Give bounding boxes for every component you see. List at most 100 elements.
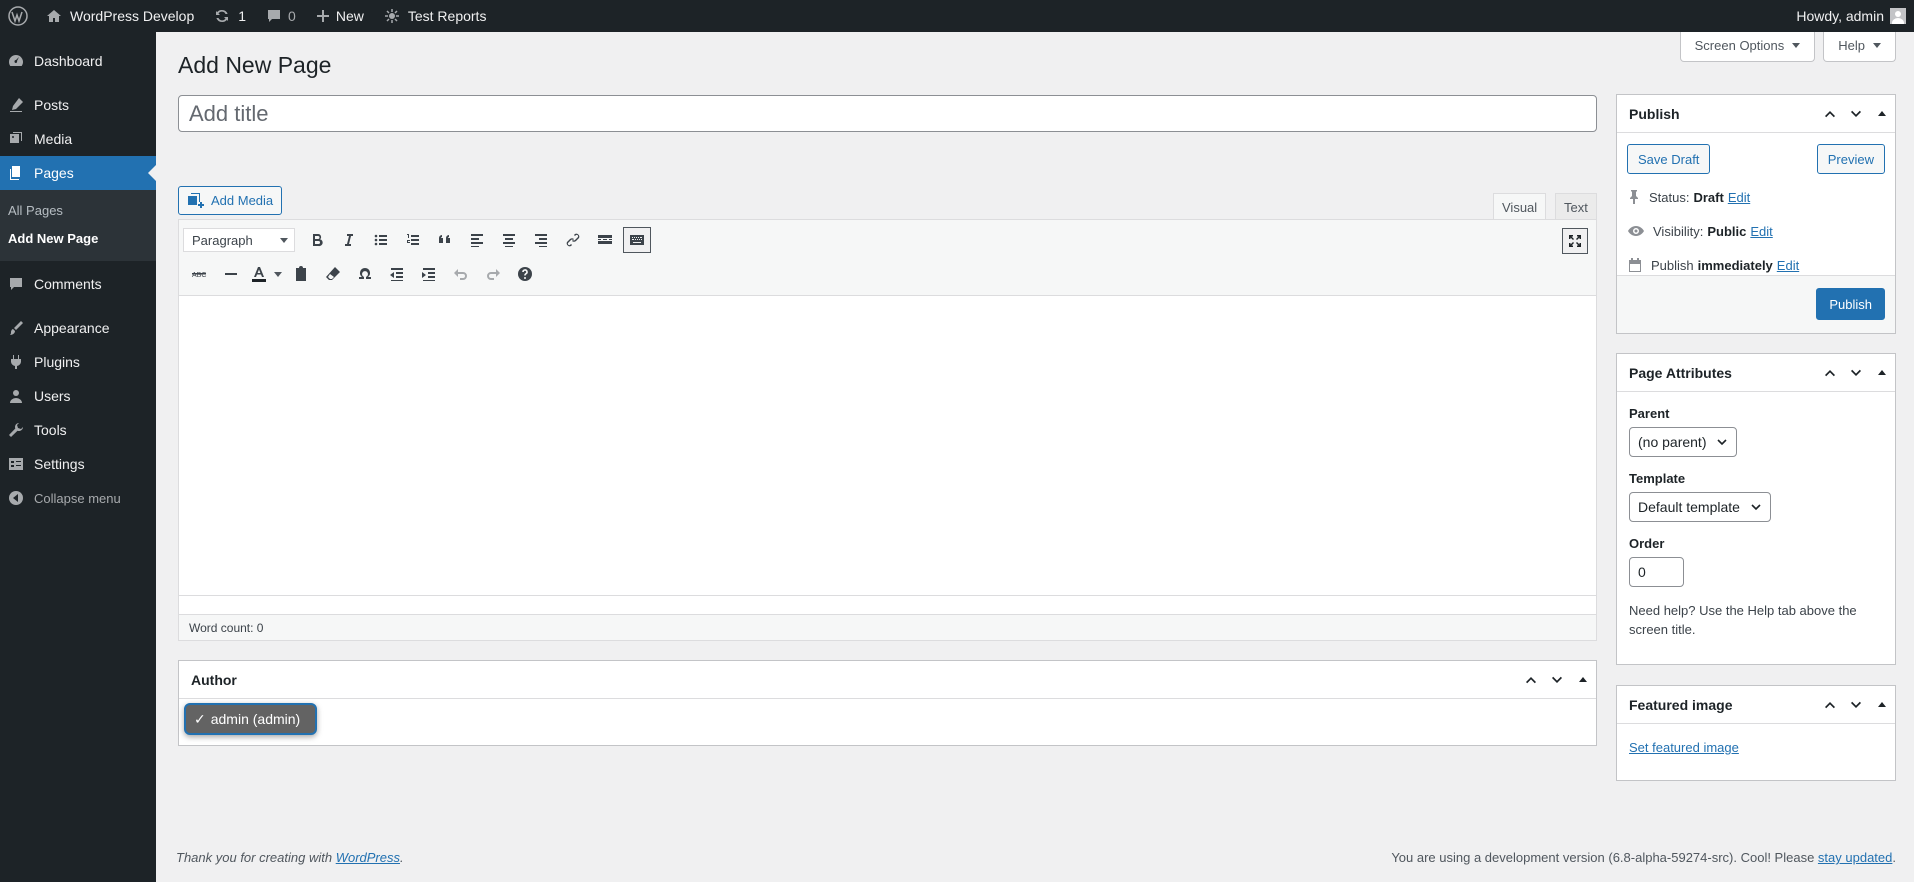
redo-button[interactable] [477,260,509,288]
tab-text[interactable]: Text [1555,193,1597,220]
move-down-icon[interactable] [1843,687,1869,723]
move-up-icon[interactable] [1518,662,1544,698]
toolbar-row-1: Paragraph [183,226,653,254]
quote-icon [437,232,453,248]
set-featured-image-link[interactable]: Set featured image [1617,724,1895,771]
new-content-link[interactable]: New [306,0,374,32]
menu-item-tools[interactable]: Tools [0,413,156,447]
bullet-list-button[interactable] [365,226,397,254]
help-label: Help [1838,38,1865,53]
move-up-icon[interactable] [1817,96,1843,132]
link-button[interactable] [557,226,589,254]
edit-status-link[interactable]: Edit [1728,190,1750,205]
indent-button[interactable] [413,260,445,288]
text-color-button[interactable] [247,260,271,288]
format-select[interactable]: Paragraph [183,228,295,252]
page-attributes-help: Need help? Use the Help tab above the sc… [1629,603,1857,637]
menu-item-posts[interactable]: Posts [0,88,156,122]
template-select-value: Default template [1638,499,1740,515]
screen-options-button[interactable]: Screen Options [1679,32,1816,62]
menu-item-comments[interactable]: Comments [0,267,156,301]
thanks-suffix: . [400,850,404,865]
title-input[interactable] [178,95,1597,132]
toolbar-toggle-button[interactable] [623,227,651,253]
submenu-item-all-pages[interactable]: All Pages [0,197,156,225]
edit-visibility-link[interactable]: Edit [1750,224,1772,239]
align-center-button[interactable] [493,226,525,254]
menu-item-users[interactable]: Users [0,379,156,413]
strikethrough-icon: ABC [191,266,207,282]
menu-item-media[interactable]: Media [0,122,156,156]
help-button[interactable]: Help [1823,32,1896,62]
outdent-button[interactable] [381,260,413,288]
menu-item-plugins[interactable]: Plugins [0,345,156,379]
keyboard-shortcuts-button[interactable] [509,260,541,288]
paste-as-text-button[interactable] [285,260,317,288]
site-name-link[interactable]: WordPress Develop [36,0,204,32]
blockquote-button[interactable] [429,226,461,254]
collapse-menu-button[interactable]: Collapse menu [0,481,156,515]
publish-button[interactable]: Publish [1816,288,1885,320]
pages-icon [8,165,34,181]
publish-date-value: immediately [1697,257,1773,273]
comments-link[interactable]: 0 [256,0,306,32]
editor-content-area[interactable] [179,296,1596,596]
tab-visual[interactable]: Visual [1493,193,1547,220]
edit-publish-date-link[interactable]: Edit [1777,258,1799,273]
status-row: Status: Draft Edit [1617,180,1895,214]
toggle-panel-icon[interactable] [1869,96,1895,132]
menu-label-dashboard: Dashboard [34,53,103,69]
undo-button[interactable] [445,260,477,288]
menu-item-pages[interactable]: Pages [0,156,156,190]
updates-link[interactable]: 1 [204,0,256,32]
align-left-button[interactable] [461,226,493,254]
special-character-button[interactable] [349,260,381,288]
version-text: You are using a development version (6.8… [1391,850,1818,865]
indent-icon [421,266,437,282]
add-media-button[interactable]: Add Media [178,186,283,215]
comment-icon [266,8,282,24]
read-more-icon [597,232,613,248]
move-down-icon[interactable] [1843,355,1869,391]
test-reports-link[interactable]: Test Reports [374,0,497,32]
strikethrough-button[interactable]: ABC [183,260,215,288]
move-down-icon[interactable] [1843,96,1869,132]
comments-count: 0 [288,8,296,24]
toggle-panel-icon[interactable] [1869,355,1895,391]
move-up-icon[interactable] [1817,687,1843,723]
toggle-panel-icon[interactable] [1570,662,1596,698]
numbered-list-button[interactable] [397,226,429,254]
stay-updated-link[interactable]: stay updated [1818,850,1892,865]
italic-button[interactable] [333,226,365,254]
menu-item-appearance[interactable]: Appearance [0,311,156,345]
toggle-panel-icon[interactable] [1869,687,1895,723]
clear-formatting-button[interactable] [317,260,349,288]
menu-item-settings[interactable]: Settings [0,447,156,481]
bold-button[interactable] [301,226,333,254]
wordpress-link[interactable]: WordPress [336,850,400,865]
horizontal-line-button[interactable] [215,260,247,288]
save-draft-button[interactable]: Save Draft [1627,144,1711,174]
page-attributes-metabox: Page Attributes Parent (no parent) Templ… [1616,353,1896,665]
preview-button[interactable]: Preview [1816,144,1885,174]
submenu-item-add-new-page[interactable]: Add New Page [0,225,156,253]
template-select[interactable]: Default template [1629,492,1771,522]
move-up-icon[interactable] [1817,355,1843,391]
order-label: Order [1629,536,1665,551]
author-select[interactable]: ✓ admin (admin) [184,703,317,735]
order-input[interactable]: 0 [1629,557,1684,587]
align-right-button[interactable] [525,226,557,254]
menu-label-users: Users [34,388,71,404]
chevron-down-icon [1716,436,1728,448]
menu-label-settings: Settings [34,456,85,472]
parent-select[interactable]: (no parent) [1629,427,1738,457]
text-color-dropdown[interactable] [271,260,285,288]
my-account-link[interactable]: Howdy, admin [1786,0,1914,32]
wordpress-logo-icon[interactable] [0,0,36,32]
read-more-button[interactable] [589,226,621,254]
menu-item-dashboard[interactable]: Dashboard [0,44,156,78]
move-down-icon[interactable] [1544,662,1570,698]
metabox-controls [1817,687,1895,723]
featured-image-title: Featured image [1629,696,1733,713]
distraction-free-button[interactable] [1562,228,1588,254]
